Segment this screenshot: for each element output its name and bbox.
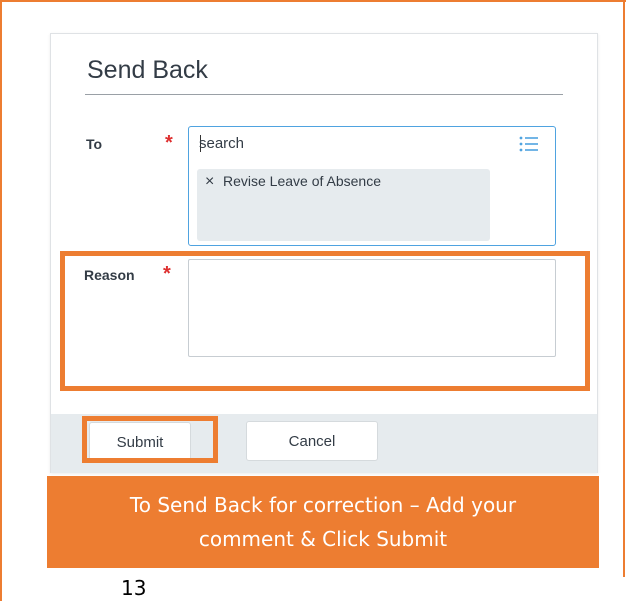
caption-line-2: comment & Click Submit (198, 527, 448, 551)
remove-item-icon[interactable]: × (205, 173, 214, 191)
page-frame-left (0, 0, 2, 601)
instruction-caption: To Send Back for correction – Add your c… (47, 476, 599, 568)
dialog-title: Send Back (87, 56, 208, 84)
to-field[interactable]: × Revise Leave of Absence (188, 126, 556, 246)
cancel-button[interactable]: Cancel (246, 421, 378, 461)
selected-item-label: Revise Leave of Absence (223, 173, 381, 189)
page-frame-right (623, 0, 625, 577)
selected-items-area: × Revise Leave of Absence (197, 169, 490, 241)
to-label: To (86, 136, 103, 152)
submit-annotation-highlight (82, 416, 218, 463)
caption-line-1: To Send Back for correction – Add your (129, 493, 517, 517)
page-number: 13 (121, 576, 147, 600)
reason-annotation-highlight (60, 251, 590, 391)
to-required-mark: * (165, 132, 173, 154)
to-search-input[interactable] (199, 133, 499, 153)
list-icon[interactable] (519, 136, 539, 152)
page-frame-top (0, 0, 626, 2)
title-divider (85, 94, 563, 95)
